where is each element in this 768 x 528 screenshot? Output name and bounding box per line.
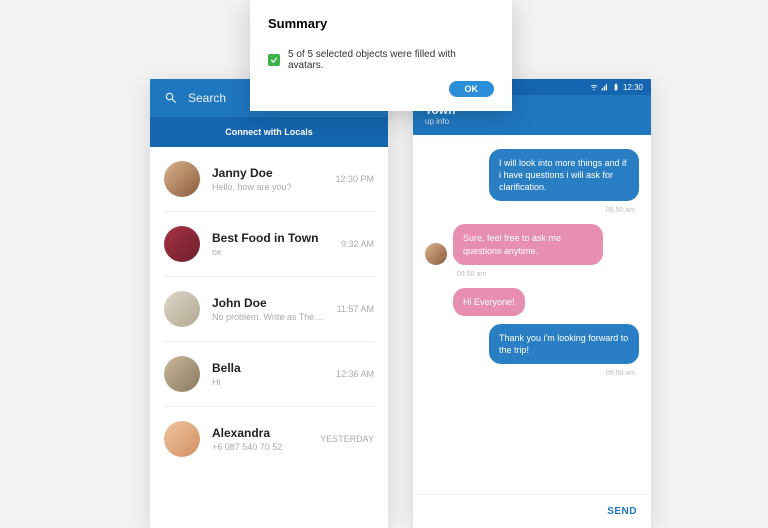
- chat-name: John Doe: [212, 296, 325, 310]
- avatar: [425, 243, 447, 265]
- avatar: [164, 356, 200, 392]
- message-bubble[interactable]: Hi Everyone!: [453, 288, 525, 316]
- dialog-message: 5 of 5 selected objects were filled with…: [288, 49, 494, 71]
- chat-preview: Hello, how are you?: [212, 182, 323, 192]
- connect-banner[interactable]: Connect with Locals: [150, 117, 388, 147]
- message-bubble[interactable]: I will look into more things and if i ha…: [489, 149, 639, 201]
- search-icon: [164, 91, 178, 105]
- ok-button[interactable]: OK: [449, 81, 495, 97]
- dialog-title: Summary: [268, 16, 494, 31]
- chat-time: 9:32 AM: [341, 239, 374, 249]
- avatar: [164, 421, 200, 457]
- avatar: [164, 161, 200, 197]
- avatar: [164, 226, 200, 262]
- message-time: 09.50 am: [457, 271, 635, 278]
- chat-preview: No problem. Write as There will be time: [212, 312, 325, 322]
- message-row: Thank you i'm looking forward to the tri…: [425, 324, 639, 364]
- message-bubble[interactable]: Thank you i'm looking forward to the tri…: [489, 324, 639, 364]
- chat-list-item[interactable]: Alexandra +6 087 540 70 52 YESTERDAY: [164, 407, 374, 471]
- chat-list-item[interactable]: John Doe No problem. Write as There will…: [164, 277, 374, 342]
- send-button[interactable]: SEND: [607, 506, 637, 517]
- chat-preview: ок: [212, 247, 329, 257]
- summary-dialog: Summary 5 of 5 selected objects were fil…: [250, 0, 512, 111]
- chat-header-sub: up info: [425, 117, 455, 126]
- wifi-icon: [590, 83, 598, 91]
- message-time: 09.50 am: [425, 370, 635, 377]
- status-time: 12:30: [623, 83, 643, 92]
- message-row: Hi Everyone!: [425, 288, 639, 316]
- chat-time: YESTERDAY: [320, 434, 374, 444]
- message-bubble[interactable]: Sure, feel free to ask me questions anyt…: [453, 224, 603, 264]
- check-icon: [268, 54, 280, 66]
- chat-item-body: Bella Hi: [212, 361, 324, 387]
- chat-time: 12:36 AM: [336, 369, 374, 379]
- chat-list-item[interactable]: Best Food in Town ок 9:32 AM: [164, 212, 374, 277]
- chat-name: Janny Doe: [212, 166, 323, 180]
- chat-list: Janny Doe Hello, how are you? 12:30 PM B…: [150, 147, 388, 471]
- chat-time: 12:30 PM: [335, 174, 374, 184]
- chat-item-body: John Doe No problem. Write as There will…: [212, 296, 325, 322]
- message-time: 09.50 am: [425, 207, 635, 214]
- chat-item-body: Best Food in Town ок: [212, 231, 329, 257]
- chat-time: 11:57 AM: [337, 304, 374, 314]
- chat-item-body: Alexandra +6 087 540 70 52: [212, 426, 308, 452]
- chat-list-item[interactable]: Bella Hi 12:36 AM: [164, 342, 374, 407]
- send-bar: SEND: [413, 494, 651, 528]
- chat-list-item[interactable]: Janny Doe Hello, how are you? 12:30 PM: [164, 147, 374, 212]
- chat-conversation-screen: 12:30 Town up info I will look into more…: [413, 79, 651, 528]
- message-list: I will look into more things and if i ha…: [413, 135, 651, 377]
- dialog-message-row: 5 of 5 selected objects were filled with…: [268, 49, 494, 71]
- battery-icon: [612, 83, 620, 91]
- chat-name: Best Food in Town: [212, 231, 329, 245]
- chat-name: Bella: [212, 361, 324, 375]
- message-row: Sure, feel free to ask me questions anyt…: [425, 224, 639, 264]
- chat-name: Alexandra: [212, 426, 308, 440]
- chat-item-body: Janny Doe Hello, how are you?: [212, 166, 323, 192]
- chat-preview: Hi: [212, 377, 324, 387]
- chat-preview: +6 087 540 70 52: [212, 442, 308, 452]
- signal-icon: [601, 83, 609, 91]
- message-row: I will look into more things and if i ha…: [425, 149, 639, 201]
- avatar: [164, 291, 200, 327]
- chat-list-screen: Connect with Locals Janny Doe Hello, how…: [150, 79, 388, 528]
